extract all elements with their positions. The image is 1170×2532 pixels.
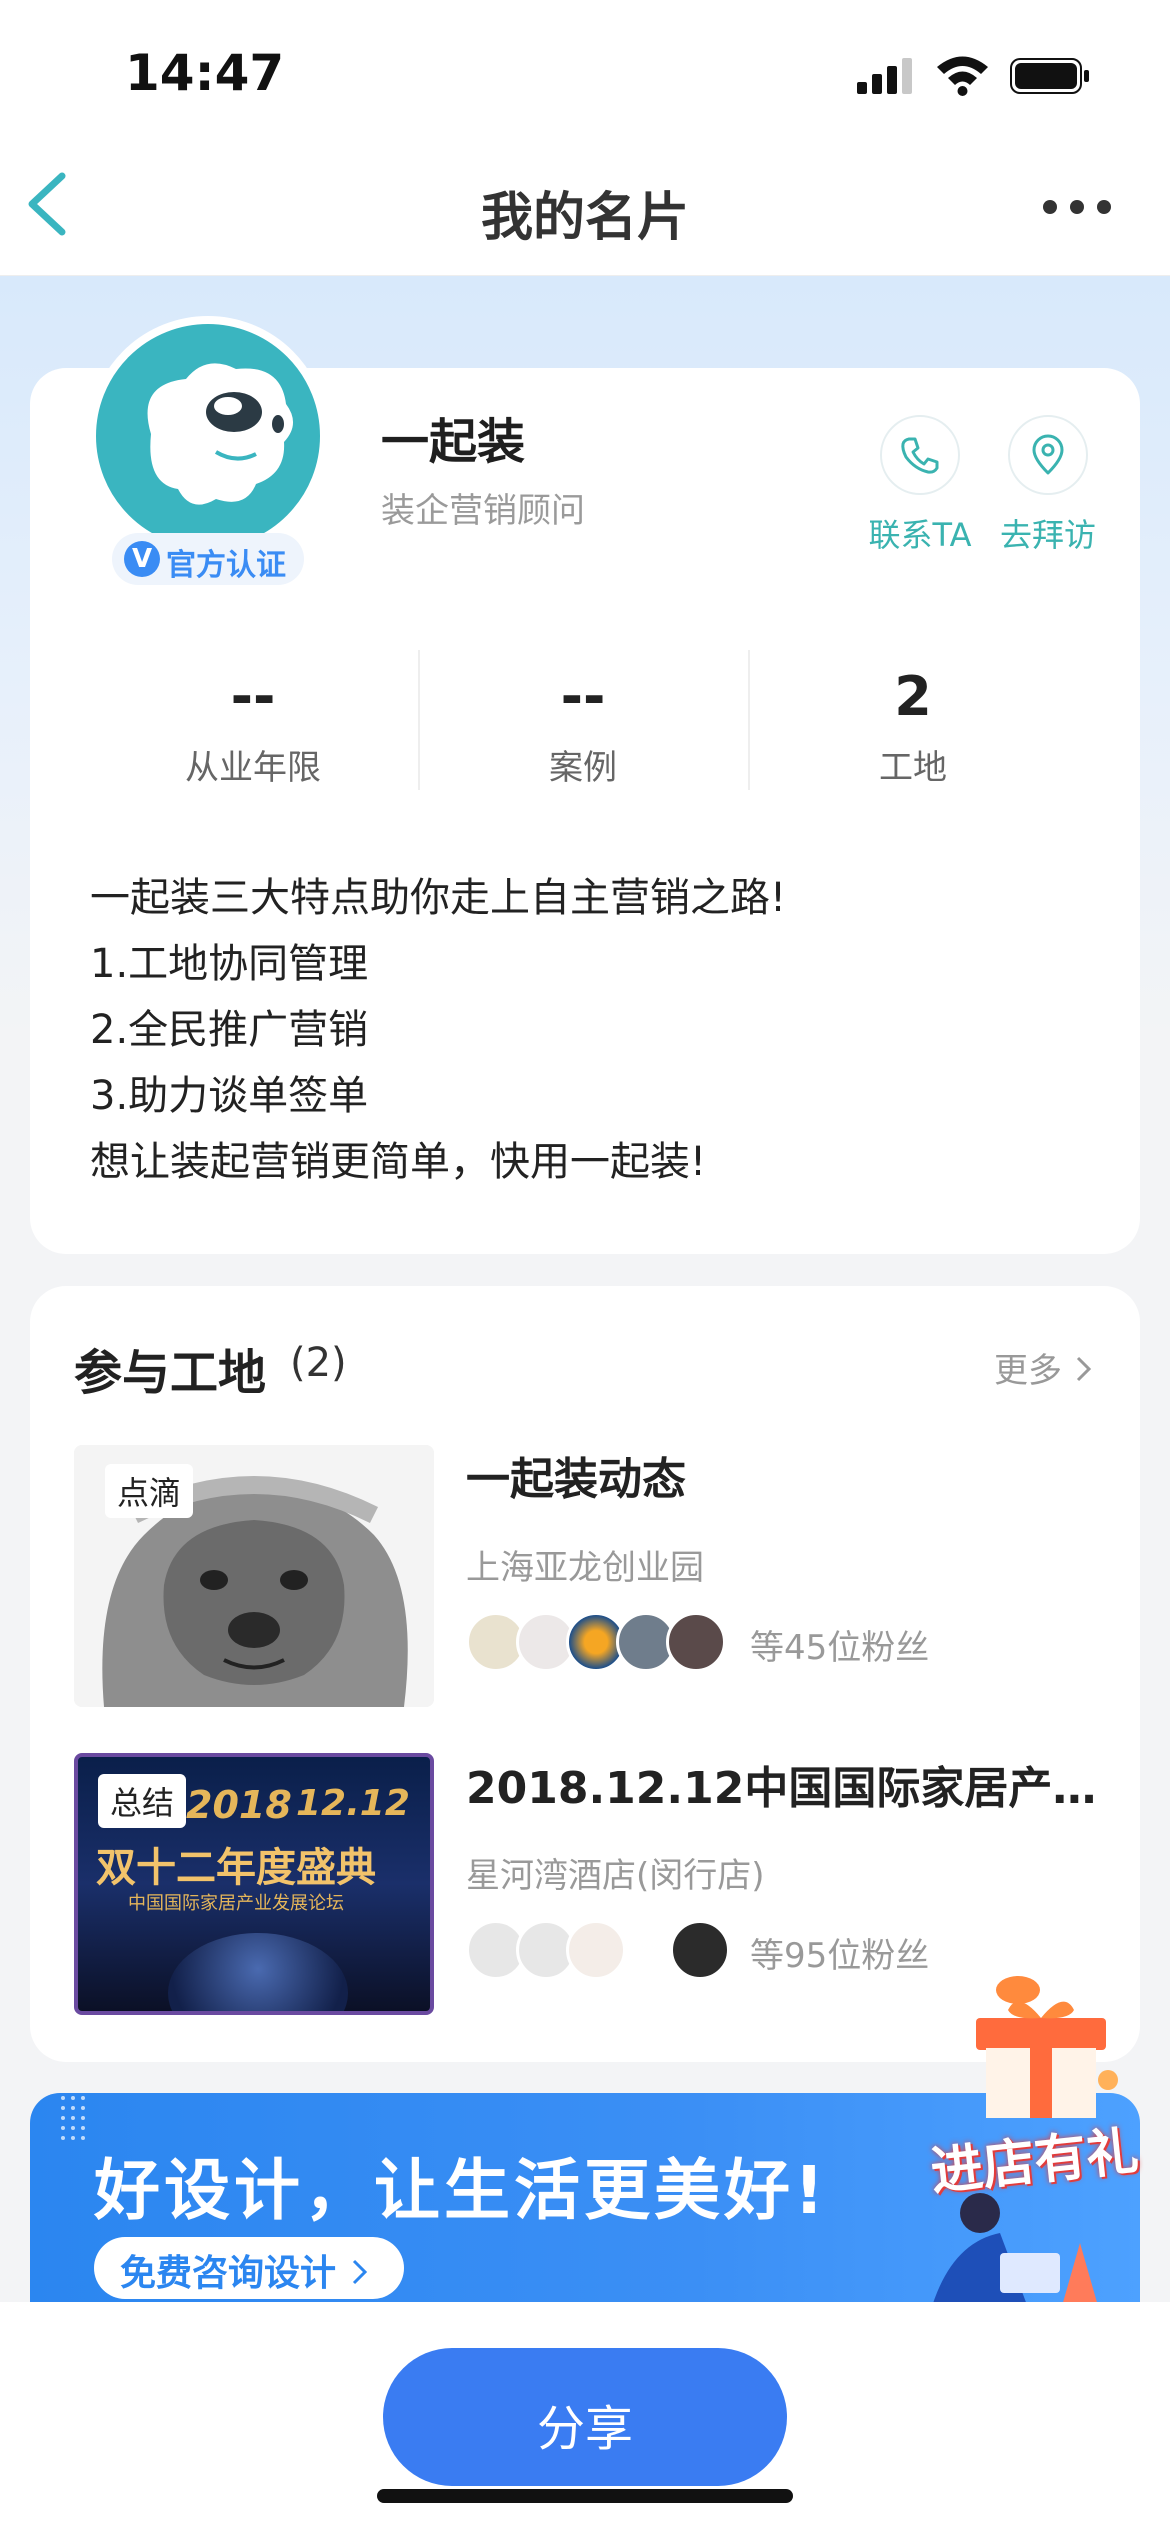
- share-button-label[interactable]: 分享: [383, 2389, 787, 2459]
- description-line: 一起装三大特点助你走上自主营销之路!: [90, 875, 787, 921]
- stat-years-label: 从业年限: [185, 748, 321, 788]
- verified-check-icon: V: [124, 541, 160, 577]
- dots-pattern-icon: [61, 2096, 85, 2140]
- gift-box-icon[interactable]: [958, 1970, 1128, 2120]
- banner-title: 好设计，让生活更美好!: [94, 2152, 829, 2229]
- cellular-signal-icon: [857, 58, 912, 94]
- description-line: 1.工地协同管理: [90, 941, 369, 987]
- event-image-year: 2018: [186, 1783, 292, 1827]
- page-title: 我的名片: [480, 188, 689, 248]
- contact-button[interactable]: [880, 415, 960, 495]
- stat-cases-label: 案例: [549, 748, 617, 788]
- visit-button-label[interactable]: 去拜访: [968, 510, 1128, 556]
- avatar: [88, 316, 328, 556]
- profile-role: 装企营销顾问: [381, 491, 585, 531]
- stat-sites-value[interactable]: 2: [748, 665, 1078, 728]
- site-tag: 点滴: [105, 1464, 194, 1518]
- fans-count: 等45位粉丝: [750, 1628, 930, 1668]
- chevron-right-icon: [1076, 1356, 1091, 1382]
- more-link-label[interactable]: 更多: [994, 1351, 1062, 1391]
- event-image-subtitle: 中国国际家居产业发展论坛: [128, 1893, 344, 1914]
- mascot-logo-icon: [147, 363, 294, 505]
- stat-sites-label[interactable]: 工地: [748, 740, 1078, 789]
- description-line: 2.全民推广营销: [90, 1007, 369, 1053]
- event-image-date: 12.12: [296, 1783, 410, 1824]
- sites-section-title: 参与工地: [74, 1345, 267, 1401]
- sites-more-link[interactable]: 更多: [994, 1343, 1095, 1392]
- site-title[interactable]: 一起装动态: [466, 1443, 686, 1507]
- site-location: 星河湾酒店(闵行店): [466, 1856, 765, 1896]
- verified-badge-label: 官方认证: [166, 548, 286, 583]
- fan-avatars: [466, 1920, 746, 1980]
- profile-description: 一起装三大特点助你走上自主营销之路! 1.工地协同管理 2.全民推广营销 3.助…: [90, 865, 786, 1195]
- site-title[interactable]: 2018.12.12中国国际家居产…: [466, 1752, 1096, 1816]
- more-options-icon[interactable]: [1040, 195, 1114, 219]
- phone-icon: [901, 437, 939, 474]
- site-tag: 总结: [98, 1774, 187, 1828]
- description-line: 想让装起营销更简单，快用一起装!: [90, 1139, 707, 1185]
- location-pin-icon: [1032, 434, 1064, 475]
- sites-count: (2): [290, 1340, 347, 1386]
- event-image-headline: 双十二年度盛典: [96, 1845, 376, 1891]
- free-consult-label[interactable]: 免费咨询设计: [120, 2244, 371, 2296]
- chevron-right-icon: [352, 2259, 367, 2285]
- site-location: 上海亚龙创业园: [466, 1548, 704, 1588]
- description-line: 3.助力谈单签单: [90, 1073, 369, 1119]
- wifi-icon: [937, 56, 988, 96]
- free-consult-text[interactable]: 免费咨询设计: [120, 2253, 336, 2294]
- fans-count: 等95位粉丝: [750, 1936, 930, 1976]
- status-time: 14:47: [125, 44, 285, 102]
- fan-avatars: [466, 1612, 746, 1672]
- profile-name: 一起装: [381, 414, 526, 470]
- home-indicator: [377, 2489, 793, 2503]
- stat-years-value: --: [230, 665, 276, 728]
- battery-icon: [1010, 58, 1089, 94]
- visit-button[interactable]: [1008, 415, 1088, 495]
- event-image-globe: [168, 1933, 348, 2011]
- fan-avatar: [670, 1920, 730, 1980]
- fan-avatar: [566, 1920, 626, 1980]
- stat-cases-value: --: [560, 665, 606, 728]
- fan-avatar: [666, 1612, 726, 1672]
